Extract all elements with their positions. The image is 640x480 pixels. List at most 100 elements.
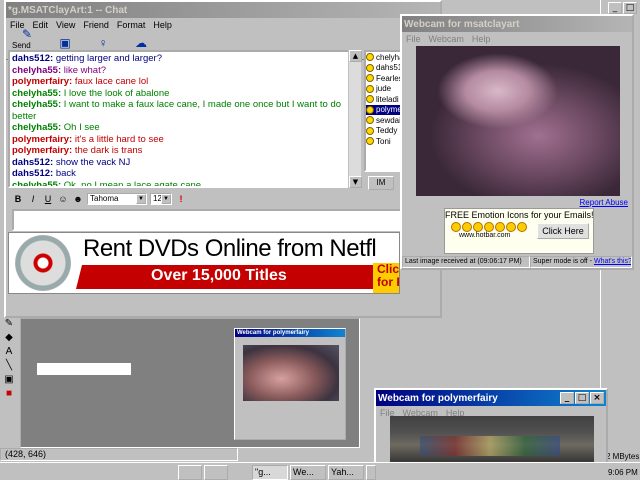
font-name-value: Tahoma [90, 194, 119, 203]
minimize-button[interactable]: _ [560, 392, 574, 404]
italic-icon[interactable]: I [27, 193, 39, 205]
whats-this-link[interactable]: What's this? [594, 258, 631, 265]
message-input[interactable] [12, 209, 406, 231]
chat-message-nick: polymerfairy: [12, 133, 73, 145]
smiley-icon [484, 222, 494, 232]
chat-message-text: like what? [61, 64, 107, 76]
user-name: Toni [376, 136, 391, 146]
alert-icon[interactable]: ! [175, 193, 187, 205]
click-here-button[interactable]: Click Here [537, 223, 589, 239]
user-list-item[interactable]: chelyha55 [366, 52, 404, 63]
ad-click-box[interactable]: Click to tr for FR [373, 263, 399, 293]
netflix-ad-banner[interactable]: Rent DVDs Online from Netfl Over 15,000 … [8, 232, 400, 294]
fill-icon[interactable]: ✎ [3, 318, 15, 330]
chat-message-nick: polymerfairy: [12, 145, 73, 156]
super-mode-label: Super mode is off - [533, 258, 593, 265]
chat-menu-friend[interactable]: Friend [83, 20, 109, 30]
webcam1-menu-webcam[interactable]: Webcam [429, 34, 464, 44]
chat-message-text: it's a little hard to see [72, 133, 164, 145]
chat-message-nick: dahs512: [12, 156, 54, 168]
close-button[interactable]: × [590, 392, 604, 404]
taskbar-button[interactable]: Yah... [328, 465, 364, 480]
shape-tool-icon[interactable]: ▣ [3, 374, 15, 386]
chat-message-nick: chelyha55: [12, 87, 62, 99]
chat-menu-format[interactable]: Format [117, 20, 146, 30]
ad-headline: Rent DVDs Online from Netfl [83, 235, 377, 262]
chat-message: dahs512: show the vack NJ [12, 157, 346, 169]
font-name-select[interactable]: Tahoma ▼ [87, 193, 147, 205]
smiley-icon [451, 222, 461, 232]
webcam1-menu-file[interactable]: File [406, 34, 421, 44]
background-webcam-window[interactable]: Webcam for polymerfairy [234, 328, 346, 440]
chat-message: dahs512: back [12, 168, 346, 180]
background-webcam-image [243, 345, 339, 401]
chevron-down-icon[interactable]: ▼ [161, 194, 171, 204]
chevron-down-icon[interactable]: ▼ [136, 194, 146, 204]
hotbar-promo[interactable]: FREE Emotion Icons for your Emails! www.… [444, 208, 594, 254]
chat-icon: ☁ [135, 36, 147, 50]
user-name: liteladi [376, 94, 399, 104]
chat-menu-help[interactable]: Help [153, 20, 172, 30]
chat-message: polymerfairy: faux lace cane lol [12, 76, 346, 88]
webcam1-titlebar[interactable]: Webcam for msatclayart [402, 16, 632, 32]
taskbar-button[interactable] [204, 465, 228, 480]
taskbar-button[interactable]: "g... [252, 465, 288, 480]
taskbar-button[interactable]: We... [290, 465, 326, 480]
smiley-icon [366, 95, 374, 104]
user-list-item[interactable]: liteladi [366, 94, 404, 105]
chat-message-text: the dark is trans [72, 145, 143, 156]
chat-log[interactable]: dahs512: getting larger and larger? chely… [8, 50, 350, 188]
smiley-icon [366, 116, 374, 125]
scroll-down-icon[interactable]: ▼ [349, 176, 362, 188]
smiley-icon [366, 126, 374, 135]
maximize-button[interactable]: □ [623, 2, 637, 14]
chat-message-text: getting larger and larger? [53, 53, 162, 64]
text-tool-icon[interactable]: A [3, 346, 15, 358]
scroll-up-icon[interactable]: ▲ [349, 50, 362, 62]
chat-menu-view[interactable]: View [56, 20, 75, 30]
chat-message: dahs512: getting larger and larger? [12, 53, 346, 65]
format-toolbar: B I U ☺ ☻ Tahoma ▼ 12 ▼ ! [12, 192, 402, 206]
user-list-item[interactable]: dahs512 [366, 63, 404, 74]
background-window-controls: _ □ [607, 2, 637, 14]
chat-message: chelyha55: I love the look of abalone [12, 88, 346, 100]
minimize-button[interactable]: _ [608, 2, 622, 14]
emoticon-menu-icon[interactable]: ☻ [72, 193, 84, 205]
taskbar-button[interactable] [178, 465, 202, 480]
color-icon[interactable]: ■ [3, 388, 15, 400]
line-tool-icon[interactable]: ╲ [3, 360, 15, 372]
chat-message-nick: chelyha55: [12, 99, 62, 110]
memory-readout: 2 MBytes [606, 452, 640, 461]
user-list-item[interactable]: sewdaisy [366, 115, 404, 126]
taskbar-button[interactable] [366, 465, 376, 480]
user-list-item[interactable]: Fearless [366, 73, 404, 84]
taskbar: "g... We... Yah... [0, 462, 640, 480]
user-list-item[interactable]: Teddy [366, 126, 404, 137]
ad-subline: Over 15,000 Titles [151, 267, 287, 284]
chat-message-text: back [53, 168, 76, 179]
chat-message-text: show the vack NJ [53, 156, 131, 168]
webcam1-menu-help[interactable]: Help [472, 34, 491, 44]
maximize-button[interactable]: □ [575, 392, 589, 404]
smiley-icon [495, 222, 505, 232]
im-button[interactable]: IM [368, 176, 394, 190]
user-list-item[interactable]: polymerfai [366, 104, 404, 115]
picker-icon[interactable]: ◆ [3, 332, 15, 344]
webcam-window-msatclayart[interactable]: Webcam for msatclayart File Webcam Help Re… [400, 14, 634, 270]
emoticon-icon[interactable]: ☺ [57, 193, 69, 205]
chat-message-nick: polymerfairy: [12, 76, 73, 87]
font-size-select[interactable]: 12 ▼ [150, 193, 172, 205]
chat-titlebar[interactable]: *g.MSATClayArt:1 -- Chat [6, 2, 440, 18]
last-image-status: Last image received at (09:06:17 PM) [402, 256, 530, 268]
webcam2-titlebar[interactable]: Webcam for polymerfairy _ □ × [376, 390, 606, 406]
chat-scrollbar[interactable]: ▲ ▼ [348, 50, 362, 188]
minimized-window-strip [36, 362, 132, 376]
smiley-icon [366, 74, 374, 83]
report-abuse-link[interactable]: Report Abuse [580, 198, 628, 207]
smiley-icon [366, 105, 374, 114]
user-list-item[interactable]: jude [366, 84, 404, 95]
user-list-item[interactable]: Toni [366, 136, 404, 147]
bold-icon[interactable]: B [12, 193, 24, 205]
underline-icon[interactable]: U [42, 193, 54, 205]
chat-message-nick: dahs512: [12, 168, 54, 179]
